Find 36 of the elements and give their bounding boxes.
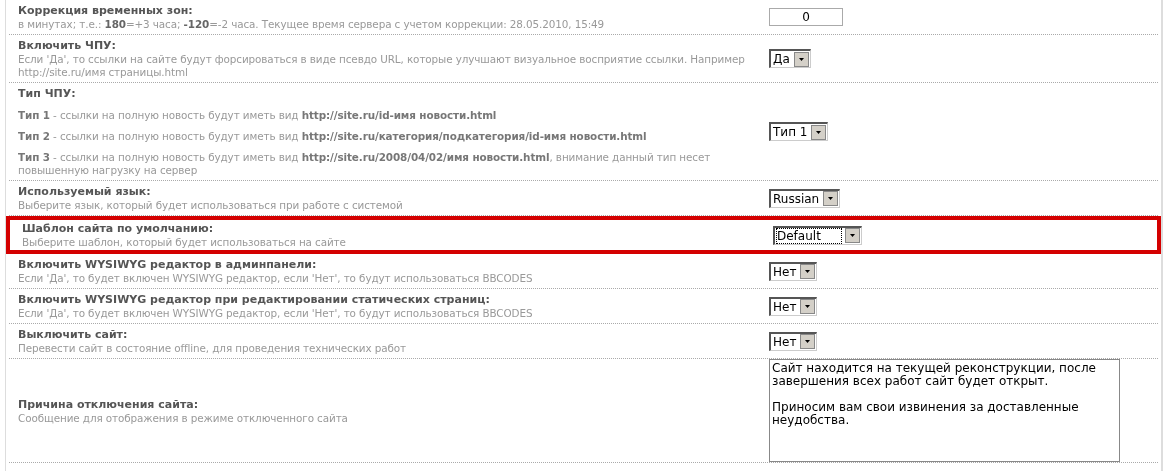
select-field[interactable]: Default [773, 225, 862, 245]
setting-title: Используемый язык: [18, 184, 152, 199]
setting-title: Коррекция временных зон: [18, 3, 194, 18]
setting-description: Если 'Да', то будет включен WYSIWYG редактор, если 'Нет', то будут использоваться BBCODES [18, 307, 534, 320]
select-field[interactable]: Нет [769, 296, 818, 316]
setting-title: Тип ЧПУ: [18, 86, 77, 101]
setting-title: Включить WYSIWYG редактор в админпанели: [18, 257, 318, 272]
setting-description: Тип 1 - ссылки на полную новость будут иметь вид http://site.ru/id-имя новости.html [18, 109, 498, 122]
caret-icon [800, 264, 816, 279]
caret-icon [793, 51, 809, 67]
caret-icon [800, 334, 816, 349]
select-field[interactable]: Russian [769, 188, 841, 208]
select-field[interactable]: Нет [769, 331, 818, 351]
setting-description: Сообщение для отображения в режиме отключенного сайта [18, 411, 349, 425]
select-field[interactable]: Да [769, 49, 811, 68]
setting-title: Причина отключения сайта: [18, 396, 200, 412]
setting-description: Перевести сайт в состояние offline, для проведения технических работ [18, 342, 408, 355]
setting-description: Если 'Да', то ссылки на сайте будут форсироваться в виде псевдо URL, которые улучшают визуальное восприятие ссылки. Например http://site.ru/имя страницы.html [18, 53, 746, 79]
setting-description: Тип 2 - ссылки на полную новость будут иметь вид http://site.ru/категория/подкатегория/id-имя новости.html [18, 130, 648, 143]
setting-description: Выберите язык, который будет использоваться при работе с системой [18, 199, 404, 212]
caret-icon [800, 299, 816, 314]
setting-description: Выберите шаблон, который будет использоваться на сайте [22, 236, 347, 249]
setting-title: Включить ЧПУ: [18, 38, 117, 53]
message-textarea[interactable]: Сайт находится на текущей реконструкции, после завершения всех работ сайт будет открыт. Приносим вам свои извинения за доставленные неудобства. [769, 359, 1120, 462]
setting-description: Тип 3 - ссылки на полную новость будут иметь вид http://site.ru/2008/04/02/имя новости.html, внимание данный тип несет повышенную нагрузку на сервер [18, 151, 712, 177]
select-field[interactable]: Тип 1 [769, 122, 829, 141]
select-field[interactable]: Нет [769, 261, 818, 281]
caret-icon [844, 228, 860, 243]
caret-icon [823, 191, 839, 206]
text-field[interactable]: 0 [769, 8, 843, 26]
setting-title: Выключить сайт: [18, 327, 129, 342]
caret-icon [811, 124, 827, 140]
setting-title: Включить WYSIWYG редактор при редактировании статических страниц: [18, 292, 491, 307]
setting-description: в минутах; т.е.: 180=+3 часа; -120=-2 часа. Текущее время сервера с учетом коррекции: 28.05.2010, 15:49 [18, 18, 606, 31]
setting-title: Шаблон сайта по умолчанию: [22, 221, 215, 236]
setting-description: Если 'Да', то будет включен WYSIWYG редактор, если 'Нет', то будут использоваться BBCODES [18, 272, 534, 285]
